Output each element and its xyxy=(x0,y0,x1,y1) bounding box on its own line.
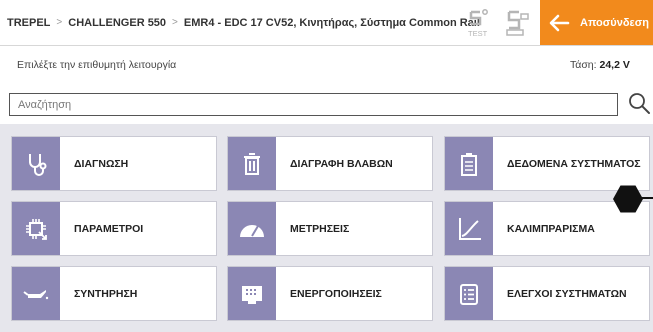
voltage-label: Τάση: xyxy=(570,59,597,71)
tile-label: ΔΙΑΓΡΑΦΗ ΒΛΑΒΩΝ xyxy=(290,157,393,170)
tile-parameters[interactable]: ΠΑΡΑΜΕΤΡΟΙ xyxy=(11,201,217,256)
tile-label: ΜΕΤΡΗΣΕΙΣ xyxy=(290,222,350,235)
tile-label: ΣΥΝΤΗΡΗΣΗ xyxy=(74,287,138,300)
tile-label: ΕΝΕΡΓΟΠΟΙΗΣΕΙΣ xyxy=(290,287,382,300)
tile-measurements[interactable]: ΜΕΤΡΗΣΕΙΣ xyxy=(227,201,433,256)
breadcrumb: TREPEL > CHALLENGER 550 > EMR4 - EDC 17 … xyxy=(7,0,480,45)
voltage-value: 24,2 V xyxy=(599,59,630,71)
breadcrumb-item-system: EMR4 - EDC 17 CV52, Κινητήρας, Σύστημα C… xyxy=(183,16,480,29)
clipboard-icon xyxy=(461,152,477,176)
gauge-icon xyxy=(240,224,264,237)
tile-system-data[interactable]: ΔΕΔΟΜΕΝΑ ΣΥΣΤΗΜΑΤΟΣ xyxy=(444,136,650,191)
logout-label: Αποσύνδεση xyxy=(580,16,649,29)
search-box xyxy=(9,93,618,116)
tile-label: ΕΛΕΓΧΟΙ ΣΥΣΤΗΜΑΤΩΝ xyxy=(507,287,627,300)
pointer-cursor-tail xyxy=(640,197,653,199)
voltage-readout: Τάση: 24,2 V xyxy=(570,59,630,71)
tile-activations[interactable]: ΕΝΕΡΓΟΠΟΙΗΣΕΙΣ xyxy=(227,266,433,321)
tile-label: ΔΙΑΓΝΩΣΗ xyxy=(74,157,129,170)
chevron-right-icon: > xyxy=(172,17,178,28)
oil-can-icon xyxy=(23,289,49,299)
tile-diagnosis[interactable]: ΔΙΑΓΝΩΣΗ xyxy=(11,136,217,191)
tile-label: ΠΑΡΑΜΕΤΡΟΙ xyxy=(74,222,144,235)
trash-icon xyxy=(244,152,260,175)
curve-chart-icon xyxy=(459,217,481,240)
checklist-icon xyxy=(460,283,478,305)
stethoscope-icon xyxy=(29,153,47,176)
tile-system-checks[interactable]: ΕΛΕΓΧΟΙ ΣΥΣΤΗΜΑΤΩΝ xyxy=(444,266,650,321)
tile-label: ΚΑΛΙΜΠΡΑΡΙΣΜΑ xyxy=(507,222,595,235)
tile-label: ΔΕΔΟΜΕΝΑ ΣΥΣΤΗΜΑΤΟΣ xyxy=(507,157,641,170)
connector-icon xyxy=(242,285,262,304)
function-grid: ΔΙΑΓΝΩΣΗ ΔΙΑΓΡΑΦΗ ΒΛΑΒΩΝ ΔΕΔΟΜΕΝΑ ΣΥΣΤΗΜ… xyxy=(0,124,653,332)
tile-clear-faults[interactable]: ΔΙΑΓΡΑΦΗ ΒΛΑΒΩΝ xyxy=(227,136,433,191)
info-row: Επιλέξτε την επιθυμητή λειτουργία Τάση: … xyxy=(0,46,653,84)
breadcrumb-item-model[interactable]: CHALLENGER 550 xyxy=(68,17,166,29)
arrow-left-icon xyxy=(549,14,570,31)
plug-connection-icon[interactable] xyxy=(503,8,533,38)
chip-icon xyxy=(26,218,47,240)
signal-test-icon[interactable]: TEST xyxy=(465,8,493,38)
chevron-right-icon: > xyxy=(56,17,63,28)
breadcrumb-item-brand[interactable]: TREPEL xyxy=(7,17,50,29)
top-bar: TREPEL > CHALLENGER 550 > EMR4 - EDC 17 … xyxy=(0,0,653,46)
search-icon[interactable] xyxy=(627,91,651,115)
test-label: TEST xyxy=(468,29,488,38)
function-prompt: Επιλέξτε την επιθυμητή λειτουργία xyxy=(17,59,177,71)
search-input[interactable] xyxy=(10,94,617,115)
tile-maintenance[interactable]: ΣΥΝΤΗΡΗΣΗ xyxy=(11,266,217,321)
logout-button[interactable]: Αποσύνδεση xyxy=(540,0,653,45)
